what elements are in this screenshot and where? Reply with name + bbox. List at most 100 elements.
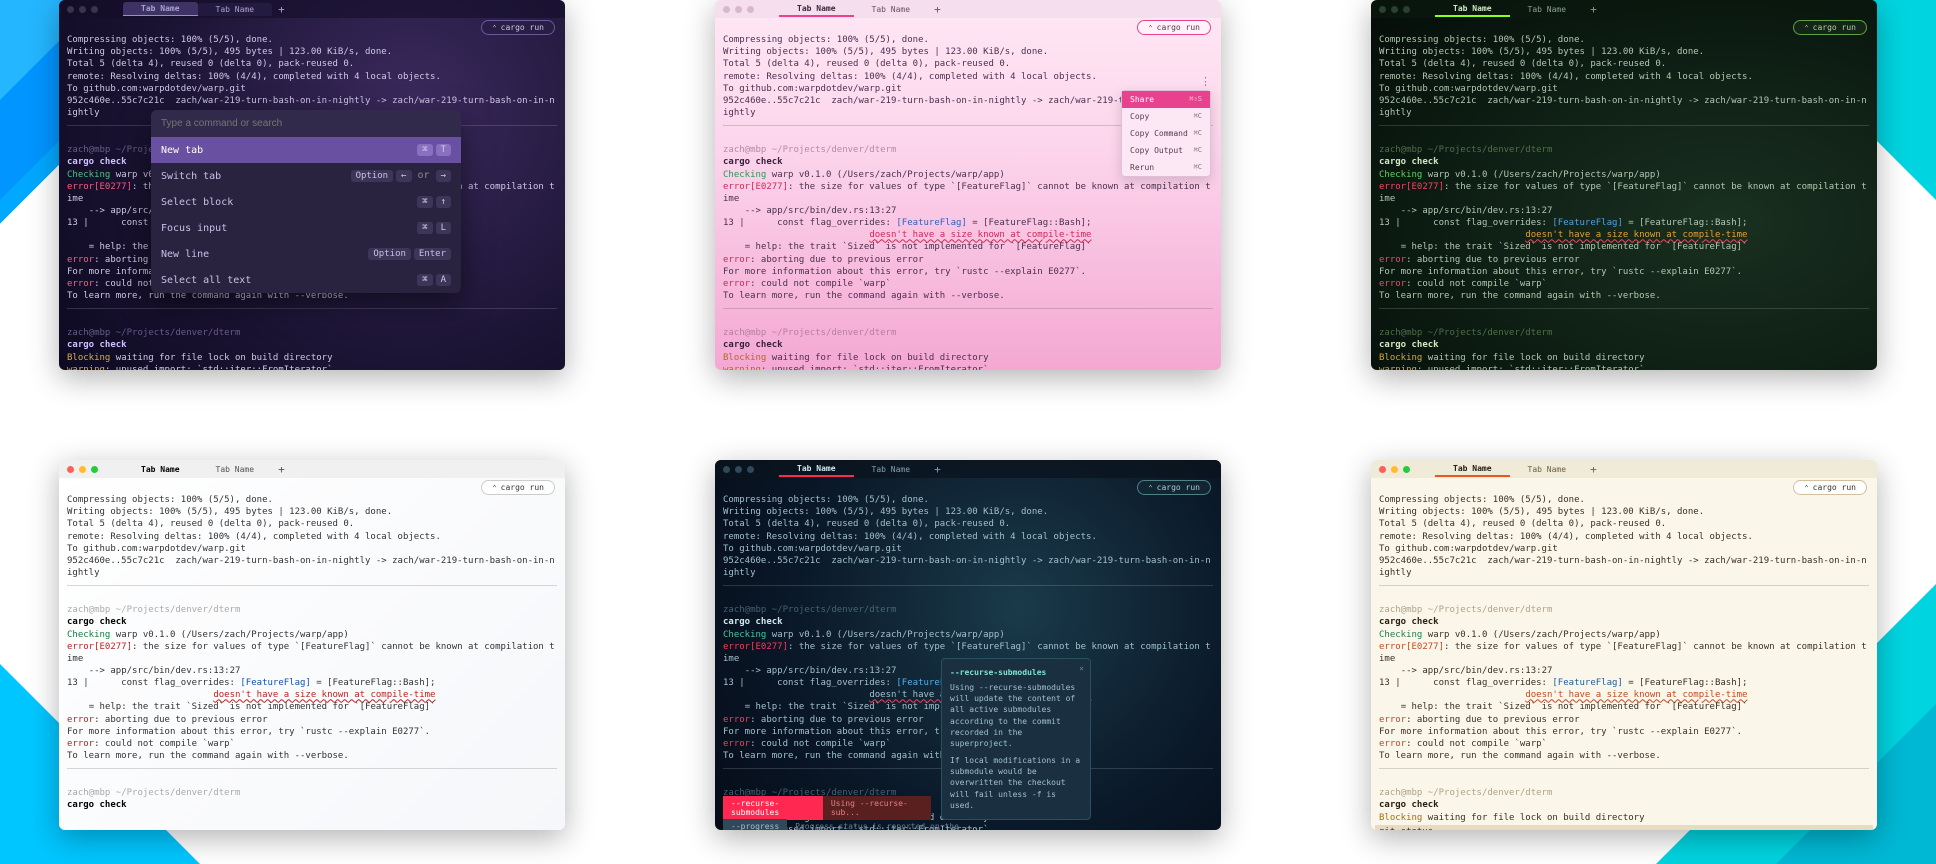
tab-active[interactable]: Tab Name bbox=[779, 2, 854, 17]
tab-bar: Tab Name Tab Name + bbox=[123, 2, 557, 16]
command-text: cargo check bbox=[1379, 800, 1439, 810]
block-divider bbox=[1379, 125, 1869, 126]
command-text: cargo check bbox=[1379, 617, 1439, 627]
autocomplete-selected[interactable]: --recurse-submodules bbox=[723, 796, 823, 820]
terminal-content[interactable]: Compressing objects: 100% (5/5), done. W… bbox=[1371, 18, 1877, 370]
popup-title: --recurse-submodules bbox=[950, 667, 1082, 678]
traffic-light-max[interactable] bbox=[747, 466, 754, 473]
tab-bar: Tab Name Tab Name + bbox=[123, 463, 557, 476]
ctx-copy-command[interactable]: Copy Command⌘C bbox=[1122, 125, 1210, 142]
traffic-light-min[interactable] bbox=[735, 6, 742, 13]
block-divider bbox=[1379, 585, 1869, 586]
prompt-path: zach@mbp ~/Projects/denver/dterm bbox=[67, 328, 240, 338]
palette-item-focus-input[interactable]: Focus input ⌘L bbox=[151, 215, 461, 241]
traffic-light-max[interactable] bbox=[747, 6, 754, 13]
tab-bar: Tab Name Tab Name + bbox=[1435, 462, 1869, 477]
command-text: cargo check bbox=[67, 157, 127, 167]
traffic-light-close[interactable] bbox=[1379, 6, 1386, 13]
command-text: cargo check bbox=[1379, 157, 1439, 167]
palette-item-switch-tab[interactable]: Switch tab Option←or→ bbox=[151, 163, 461, 189]
palette-item-select-all[interactable]: Select all text ⌘A bbox=[151, 267, 461, 293]
terminal-content[interactable]: Compressing objects: 100% (5/5), done. W… bbox=[59, 478, 565, 830]
palette-item-select-block[interactable]: Select block ⌘↑ bbox=[151, 189, 461, 215]
block-divider bbox=[1379, 308, 1869, 309]
terminal-window-cream: Tab Name Tab Name + ⌃cargo run Compressi… bbox=[1371, 460, 1877, 830]
traffic-light-close[interactable] bbox=[1379, 466, 1386, 473]
tab-inactive[interactable]: Tab Name bbox=[198, 463, 273, 476]
tab-inactive[interactable]: Tab Name bbox=[854, 3, 929, 16]
titlebar: Tab Name Tab Name + bbox=[715, 0, 1221, 18]
autocomplete-popup: × --recurse-submodules Using --recurse-s… bbox=[941, 658, 1091, 820]
titlebar: Tab Name Tab Name + bbox=[59, 0, 565, 18]
traffic-light-close[interactable] bbox=[723, 466, 730, 473]
terminal-window-cyberpunk: Tab Name Tab Name + ⌃cargo run Compressi… bbox=[715, 460, 1221, 830]
new-tab-button[interactable]: + bbox=[934, 3, 941, 16]
traffic-light-close[interactable] bbox=[67, 466, 74, 473]
terminal-content[interactable]: Compressing objects: 100% (5/5), done. W… bbox=[715, 18, 1221, 370]
ctx-rerun[interactable]: Rerun⌘C bbox=[1122, 159, 1210, 176]
titlebar: Tab Name Tab Name + bbox=[59, 460, 565, 478]
tab-bar: Tab Name Tab Name + bbox=[1435, 2, 1869, 17]
command-text: cargo check bbox=[723, 157, 783, 167]
history-selected[interactable]: git status bbox=[1375, 825, 1873, 830]
terminal-window-white: Tab Name Tab Name + ⌃cargo run Compressi… bbox=[59, 460, 565, 830]
command-text: cargo check bbox=[723, 617, 783, 627]
block-menu-button[interactable]: ⋮ bbox=[1200, 75, 1211, 88]
traffic-light-close[interactable] bbox=[723, 6, 730, 13]
tab-inactive[interactable]: Tab Name bbox=[1510, 463, 1585, 476]
block-divider bbox=[67, 308, 557, 309]
tab-active[interactable]: Tab Name bbox=[123, 463, 198, 476]
context-menu: Share⌘⇧S Copy⌘C Copy Command⌘C Copy Outp… bbox=[1121, 90, 1211, 177]
block-divider bbox=[67, 585, 557, 586]
traffic-light-close[interactable] bbox=[67, 6, 74, 13]
traffic-light-min[interactable] bbox=[79, 6, 86, 13]
tab-active[interactable]: Tab Name bbox=[1435, 2, 1510, 17]
traffic-light-max[interactable] bbox=[1403, 466, 1410, 473]
close-icon[interactable]: × bbox=[1079, 663, 1084, 674]
palette-item-new-line[interactable]: New line OptionEnter bbox=[151, 241, 461, 267]
tab-inactive[interactable]: Tab Name bbox=[854, 463, 929, 476]
autocomplete-desc: Progress status is reported on the ... bbox=[787, 819, 986, 830]
traffic-light-min[interactable] bbox=[735, 466, 742, 473]
new-tab-button[interactable]: + bbox=[934, 463, 941, 476]
traffic-light-max[interactable] bbox=[91, 466, 98, 473]
traffic-light-max[interactable] bbox=[1403, 6, 1410, 13]
autocomplete-option[interactable]: --progress bbox=[723, 819, 787, 830]
new-tab-button[interactable]: + bbox=[278, 3, 285, 16]
terminal-content[interactable]: Compressing objects: 100% (5/5), done. W… bbox=[1371, 478, 1877, 830]
autocomplete-row: --recurse-submodules Using --recurse-sub… bbox=[723, 796, 931, 820]
block-divider bbox=[723, 585, 1213, 586]
command-text: cargo check bbox=[723, 340, 783, 350]
tab-active[interactable]: Tab Name bbox=[123, 2, 198, 16]
prompt-path: zach@mbp ~/Projects/denver/dterm bbox=[67, 605, 240, 615]
tab-active[interactable]: Tab Name bbox=[1435, 462, 1510, 477]
command-text: cargo check bbox=[67, 340, 127, 350]
ctx-share[interactable]: Share⌘⇧S bbox=[1122, 91, 1210, 108]
popup-body: Using --recurse-submodules will update t… bbox=[950, 682, 1082, 749]
palette-search-input[interactable] bbox=[151, 110, 461, 137]
ctx-copy[interactable]: Copy⌘C bbox=[1122, 108, 1210, 125]
new-tab-button[interactable]: + bbox=[278, 463, 285, 476]
new-tab-button[interactable]: + bbox=[1590, 3, 1597, 16]
terminal-window-pink: Tab Name Tab Name + ⌃cargo run ⋮ Compres… bbox=[715, 0, 1221, 370]
prompt-path: zach@mbp ~/Projects/denver/dterm bbox=[1379, 788, 1552, 798]
traffic-light-min[interactable] bbox=[1391, 6, 1398, 13]
command-text: cargo check bbox=[67, 617, 127, 627]
prompt-path: zach@mbp ~/Projects/denver/dterm bbox=[723, 145, 896, 155]
tab-active[interactable]: Tab Name bbox=[779, 462, 854, 477]
block-divider bbox=[67, 768, 557, 769]
traffic-light-min[interactable] bbox=[1391, 466, 1398, 473]
new-tab-button[interactable]: + bbox=[1590, 463, 1597, 476]
palette-item-new-tab[interactable]: New tab ⌘T bbox=[151, 137, 461, 163]
traffic-light-min[interactable] bbox=[79, 466, 86, 473]
traffic-light-max[interactable] bbox=[91, 6, 98, 13]
tab-bar: Tab Name Tab Name + bbox=[779, 2, 1213, 17]
tab-inactive[interactable]: Tab Name bbox=[1510, 3, 1585, 16]
command-text: cargo check bbox=[1379, 340, 1439, 350]
popup-body: If local modifications in a submodule wo… bbox=[950, 755, 1082, 811]
ctx-copy-output[interactable]: Copy Output⌘C bbox=[1122, 142, 1210, 159]
tab-inactive[interactable]: Tab Name bbox=[198, 3, 273, 16]
prompt-path: zach@mbp ~/Projects/denver/dterm bbox=[1379, 145, 1552, 155]
tab-bar: Tab Name Tab Name + bbox=[779, 462, 1213, 477]
titlebar: Tab Name Tab Name + bbox=[1371, 460, 1877, 478]
